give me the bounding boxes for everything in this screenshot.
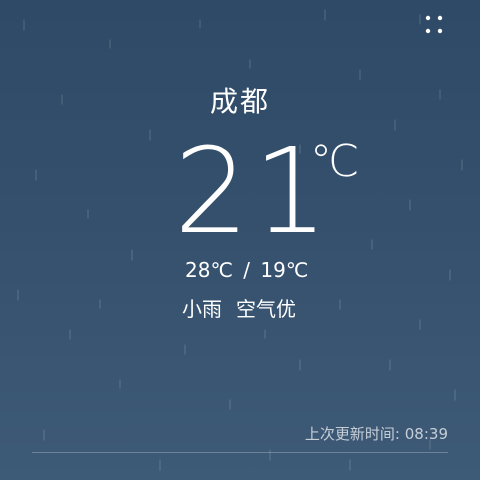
divider: [32, 452, 448, 453]
city-name: 成都: [209, 85, 270, 118]
four-dots-icon: [425, 15, 443, 34]
range-separator: /: [243, 258, 251, 282]
menu-button[interactable]: [422, 12, 448, 38]
low-temperature: 19℃: [260, 258, 309, 282]
high-temperature: 28℃: [185, 258, 233, 282]
current-temperature: 21 ℃: [174, 122, 359, 266]
last-updated-time: 08:39: [404, 425, 448, 443]
weather-condition-row: 小雨 空气优: [182, 296, 296, 322]
air-quality: 空气优: [236, 297, 296, 321]
temperature-unit: ℃: [310, 136, 360, 187]
weather-screen: 成都 21 ℃ 28℃ / 19℃ 小雨 空气优 上次更新时间: 08:39: [0, 0, 480, 480]
last-updated-label: 上次更新时间:: [304, 425, 400, 443]
temperature-value: 21: [174, 122, 333, 260]
temperature-range: 28℃ / 19℃: [185, 258, 308, 282]
weather-condition: 小雨: [182, 297, 222, 321]
last-updated: 上次更新时间: 08:39: [305, 423, 448, 444]
